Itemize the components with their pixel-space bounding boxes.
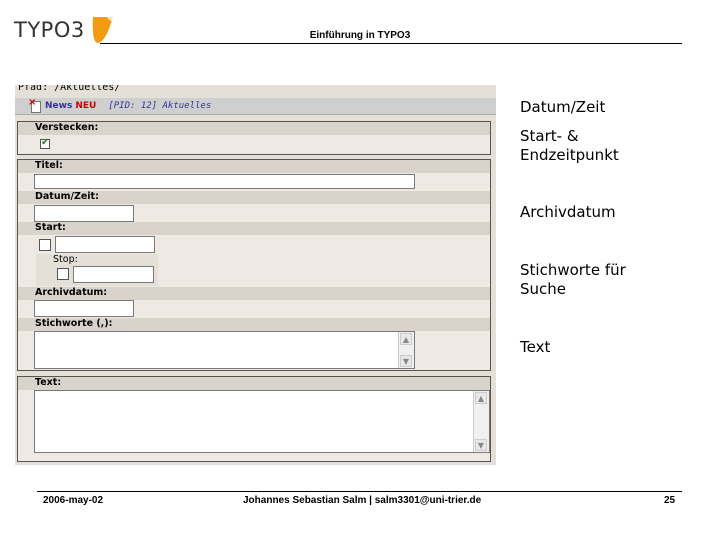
new-badge: NEU: [75, 101, 97, 111]
note-text: Text: [520, 338, 551, 356]
text-scrollbar[interactable]: ▲ ▼: [473, 391, 489, 452]
start-checkbox[interactable]: [39, 239, 51, 251]
keywords-scrollbar[interactable]: ▲ ▼: [398, 332, 414, 368]
news-record-icon: ×: [28, 97, 43, 113]
start-input[interactable]: [55, 236, 155, 253]
text-textarea[interactable]: ▲ ▼: [34, 390, 490, 453]
note-datetime: Datum/Zeit: [520, 98, 606, 116]
record-type: News: [45, 101, 73, 111]
note-keywords: Stichworte für Suche: [520, 261, 626, 298]
breadcrumb: Pfad: /Aktuelles/: [18, 85, 121, 93]
footer-divider: [37, 491, 682, 492]
archive-input[interactable]: [34, 300, 134, 317]
note-startstop: Start- & Endzeitpunkt: [520, 127, 619, 164]
page-number: 25: [664, 495, 676, 506]
datetime-label: Datum/Zeit:: [35, 191, 99, 202]
stop-label: Stop:: [53, 254, 78, 265]
hide-label: Verstecken:: [35, 122, 99, 133]
stop-checkbox[interactable]: [57, 268, 69, 280]
start-label: Start:: [35, 222, 66, 233]
footer-date: 2006-may-02: [43, 495, 104, 506]
text-label: Text:: [35, 377, 62, 388]
footer-author: Johannes Sebastian Salm | salm3301@uni-t…: [243, 495, 482, 506]
stop-input[interactable]: [73, 266, 154, 283]
text-section: Text: ▲ ▼: [17, 376, 491, 462]
keywords-label: Stichworte (,):: [35, 318, 113, 329]
stop-subgroup: Stop:: [36, 254, 158, 286]
record-header: × News NEU [PID: 12] Aktuelles: [15, 97, 496, 115]
title-label: Titel:: [35, 160, 63, 171]
hide-section: Verstecken:: [17, 121, 491, 155]
scroll-down-icon[interactable]: ▼: [475, 439, 487, 451]
header-divider: [100, 43, 682, 44]
backend-form-screenshot: Pfad: /Aktuelles/ × News NEU [PID: 12] A…: [15, 85, 496, 465]
scroll-up-icon[interactable]: ▲: [400, 333, 412, 345]
datetime-input[interactable]: [34, 205, 134, 222]
record-pid: [PID: 12] Aktuelles: [108, 101, 212, 111]
note-archive: Archivdatum: [520, 203, 616, 221]
scroll-up-icon[interactable]: ▲: [475, 392, 487, 404]
archive-label: Archivdatum:: [35, 287, 108, 298]
title-input[interactable]: [34, 174, 415, 189]
slide-title: Einführung in TYPO3: [309, 30, 411, 41]
scroll-down-icon[interactable]: ▼: [400, 355, 412, 367]
keywords-textarea[interactable]: ▲ ▼: [34, 331, 415, 369]
main-fields-section: Titel: Datum/Zeit: Start: Stop: Archivda…: [17, 159, 491, 371]
hide-checkbox[interactable]: [40, 137, 50, 149]
